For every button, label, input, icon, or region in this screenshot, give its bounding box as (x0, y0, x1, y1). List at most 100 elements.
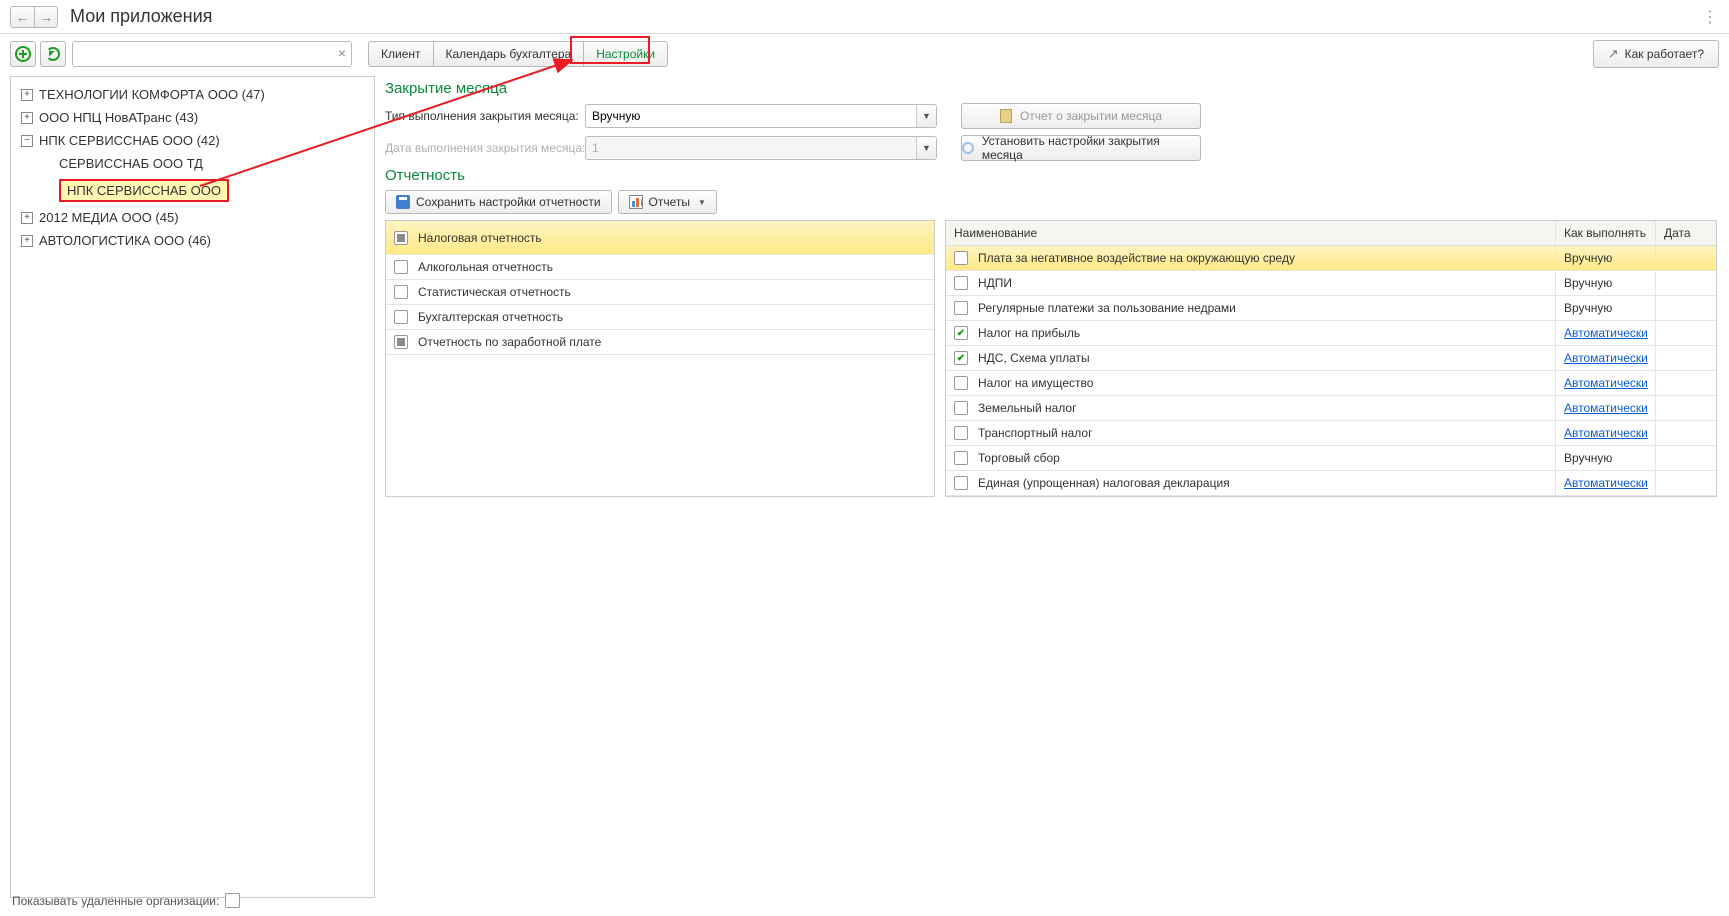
closing-date-label: Дата выполнения закрытия месяца: (385, 141, 577, 155)
col-how-header[interactable]: Как выполнять (1556, 221, 1656, 245)
report-how-link[interactable]: Автоматически (1564, 476, 1648, 490)
report-name: Транспортный налог (978, 426, 1093, 440)
report-checkbox[interactable] (954, 376, 968, 390)
report-checkbox[interactable] (954, 251, 968, 265)
tree-item-label: НПК СЕРВИССНАБ ООО (59, 179, 229, 202)
closing-title: Закрытие месяца (385, 80, 1717, 97)
tab-settings[interactable]: Настройки (584, 42, 667, 66)
report-row[interactable]: Налог на прибыль Автоматически (946, 321, 1716, 346)
save-reporting-button[interactable]: Сохранить настройки отчетности (385, 190, 612, 214)
report-name: Земельный налог (978, 401, 1076, 415)
clear-search-icon[interactable]: × (338, 45, 346, 61)
category-checkbox[interactable] (394, 285, 408, 299)
report-name: Налог на прибыль (978, 326, 1080, 340)
tree-item[interactable]: НПК СЕРВИССНАБ ООО (42) (11, 129, 374, 152)
report-date (1656, 321, 1716, 345)
expand-icon[interactable] (21, 235, 33, 247)
nav-back-button[interactable]: ← (10, 6, 34, 28)
category-row[interactable]: Налоговая отчетность (386, 221, 934, 255)
report-row[interactable]: Плата за негативное воздействие на окруж… (946, 246, 1716, 271)
category-checkbox[interactable] (394, 310, 408, 324)
tree-item[interactable]: АВТОЛОГИСТИКА ООО (46) (11, 229, 374, 252)
tree-item[interactable]: СЕРВИССНАБ ООО ТД (11, 152, 374, 175)
report-how-link[interactable]: Автоматически (1564, 351, 1648, 365)
report-checkbox[interactable] (954, 426, 968, 440)
tree-item[interactable]: НПК СЕРВИССНАБ ООО (11, 175, 374, 206)
dropdown-arrow-icon[interactable]: ▼ (916, 105, 936, 127)
external-link-icon: ↗ (1608, 46, 1619, 62)
report-checkbox[interactable] (954, 326, 968, 340)
col-date-header[interactable]: Дата (1656, 221, 1716, 245)
report-how: Вручную (1556, 271, 1656, 295)
report-how: Вручную (1556, 446, 1656, 470)
report-checkbox[interactable] (954, 276, 968, 290)
tab-client[interactable]: Клиент (369, 42, 434, 66)
report-how: Вручную (1556, 246, 1656, 270)
report-name: Регулярные платежи за пользование недрам… (978, 301, 1236, 315)
refresh-button[interactable] (40, 41, 66, 67)
tab-calendar[interactable]: Календарь бухгалтера (434, 42, 585, 66)
category-row[interactable]: Отчетность по заработной плате (386, 330, 934, 355)
report-row[interactable]: Налог на имуществоАвтоматически (946, 371, 1716, 396)
category-row[interactable]: Алкогольная отчетность (386, 255, 934, 280)
category-checkbox[interactable] (394, 231, 408, 245)
report-date (1656, 246, 1716, 270)
org-tree[interactable]: ТЕХНОЛОГИИ КОМФОРТА ООО (47)ООО НПЦ НовА… (10, 76, 375, 898)
expand-icon[interactable] (21, 212, 33, 224)
category-row[interactable]: Статистическая отчетность (386, 280, 934, 305)
report-row[interactable]: Земельный налог Автоматически (946, 396, 1716, 421)
show-deleted-checkbox[interactable] (225, 893, 240, 908)
report-date (1656, 271, 1716, 295)
report-checkbox[interactable] (954, 476, 968, 490)
report-row[interactable]: НДПИ Вручную (946, 271, 1716, 296)
report-row[interactable]: Единая (упрощенная) налоговая декларация… (946, 471, 1716, 496)
report-checkbox[interactable] (954, 451, 968, 465)
nav-forward-button[interactable]: → (34, 6, 58, 28)
collapse-icon[interactable] (21, 135, 33, 147)
report-date (1656, 396, 1716, 420)
report-row[interactable]: Регулярные платежи за пользование недрам… (946, 296, 1716, 321)
expand-icon[interactable] (21, 112, 33, 124)
report-checkbox[interactable] (954, 301, 968, 315)
report-name: Единая (упрощенная) налоговая декларация (978, 476, 1230, 490)
category-checkbox[interactable] (394, 260, 408, 274)
document-icon (1000, 109, 1012, 123)
tree-item-label: 2012 МЕДИА ООО (45) (39, 210, 179, 225)
category-label: Налоговая отчетность (418, 231, 542, 245)
category-label: Бухгалтерская отчетность (418, 310, 563, 324)
closing-report-label: Отчет о закрытии месяца (1020, 109, 1162, 123)
col-name-header[interactable]: Наименование (946, 221, 1556, 245)
report-name: Плата за негативное воздействие на окруж… (978, 251, 1295, 265)
reports-table[interactable]: Наименование Как выполнять Дата Плата за… (945, 220, 1717, 497)
tree-item[interactable]: 2012 МЕДИА ООО (45) (11, 206, 374, 229)
add-button[interactable] (10, 41, 36, 67)
category-row[interactable]: Бухгалтерская отчетность (386, 305, 934, 330)
report-checkbox[interactable] (954, 401, 968, 415)
report-how-link[interactable]: Автоматически (1564, 401, 1648, 415)
report-row[interactable]: Торговый сборВручную (946, 446, 1716, 471)
report-row[interactable]: Транспортный налог Автоматически (946, 421, 1716, 446)
report-checkbox[interactable] (954, 351, 968, 365)
help-button[interactable]: ↗ Как работает? (1593, 40, 1719, 68)
report-how-link[interactable]: Автоматически (1564, 426, 1648, 440)
report-how-link[interactable]: Автоматически (1564, 326, 1648, 340)
reports-dropdown-button[interactable]: Отчеты ▼ (618, 190, 717, 214)
report-name: НДПИ (978, 276, 1012, 290)
tree-item[interactable]: ООО НПЦ НовАТранс (43) (11, 106, 374, 129)
report-categories-table[interactable]: Налоговая отчетность Алкогольная отчетнос… (385, 220, 935, 497)
closing-type-select[interactable] (585, 104, 937, 128)
report-how-link[interactable]: Автоматически (1564, 376, 1648, 390)
search-input[interactable] (72, 41, 352, 67)
closing-set-button[interactable]: Установить настройки закрытия месяца (961, 135, 1201, 161)
closing-type-label: Тип выполнения закрытия месяца: (385, 109, 577, 123)
report-name: НДС, Схема уплаты (978, 351, 1090, 365)
closing-report-button[interactable]: Отчет о закрытии месяца (961, 103, 1201, 129)
refresh-icon (46, 47, 60, 61)
chevron-down-icon: ▼ (698, 198, 706, 207)
reports-label: Отчеты (649, 195, 690, 209)
expand-icon[interactable] (21, 89, 33, 101)
category-checkbox[interactable] (394, 335, 408, 349)
more-menu-icon[interactable]: ⋮ (1702, 7, 1719, 27)
tree-item[interactable]: ТЕХНОЛОГИИ КОМФОРТА ООО (47) (11, 83, 374, 106)
report-row[interactable]: НДС, Схема уплаты Автоматически (946, 346, 1716, 371)
